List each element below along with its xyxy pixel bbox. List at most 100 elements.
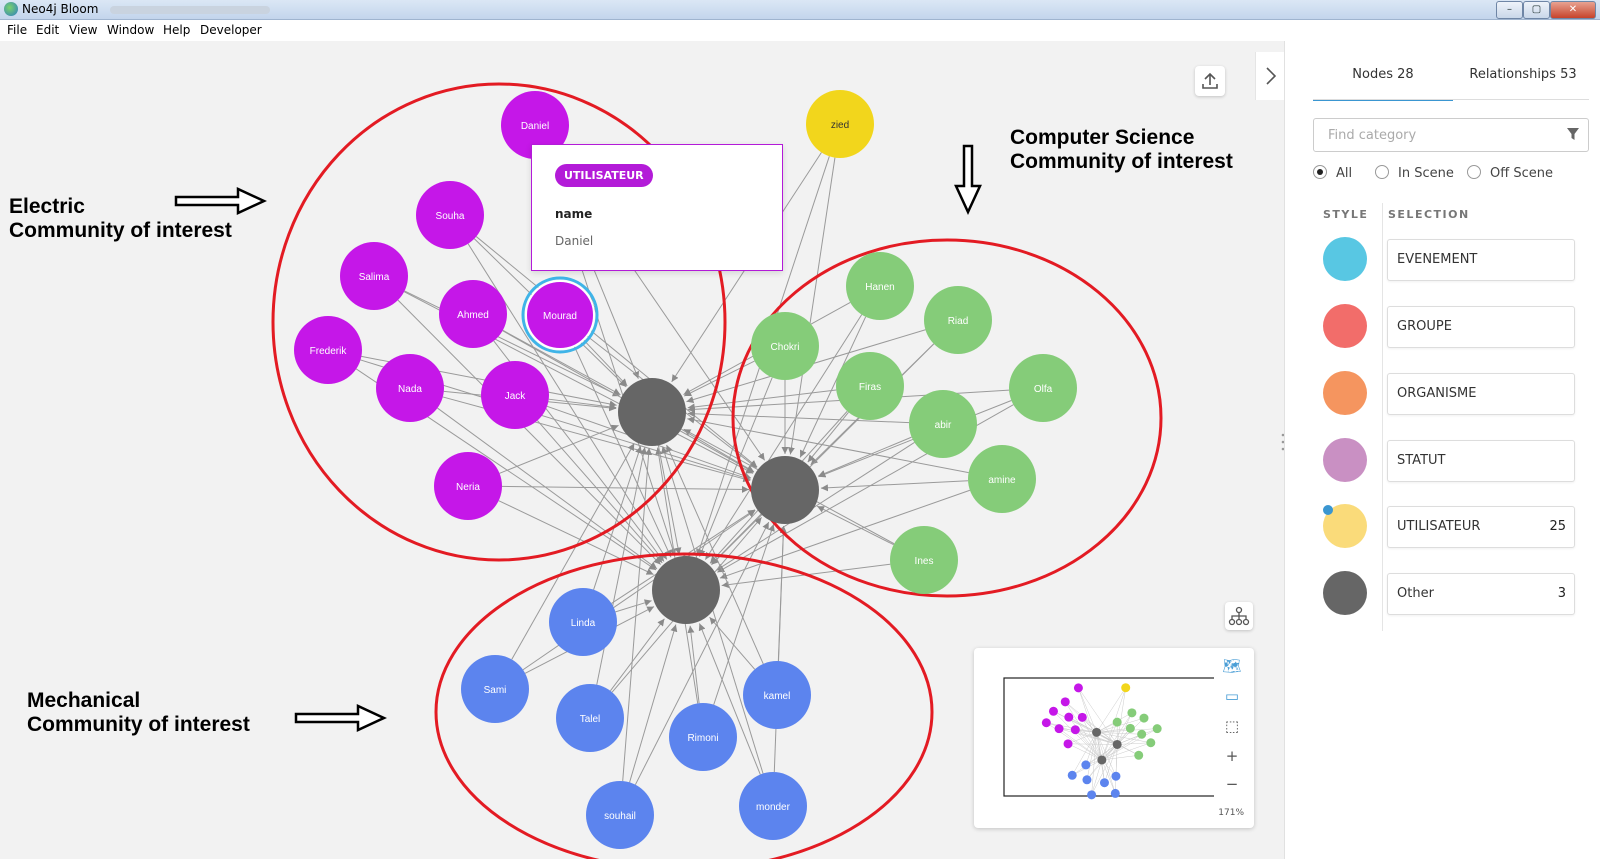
relationship-edge[interactable]: [501, 485, 750, 493]
graph-node-jack[interactable]: Jack: [481, 361, 549, 429]
graph-node-zied[interactable]: zied: [806, 90, 874, 158]
zoom-in-icon[interactable]: +: [1222, 746, 1242, 766]
filter-icon[interactable]: [1566, 127, 1580, 141]
minimap-node: [1070, 725, 1080, 735]
maximize-button[interactable]: ▢: [1523, 1, 1550, 19]
minimize-button[interactable]: –: [1496, 1, 1523, 19]
category-style-swatch[interactable]: [1323, 237, 1367, 281]
menu-window[interactable]: Window: [107, 23, 154, 37]
graph-node-chokri[interactable]: Chokri: [751, 312, 819, 380]
filter-all-radio[interactable]: All: [1313, 165, 1352, 181]
graph-node-hub1[interactable]: [618, 378, 686, 446]
graph-node-hub3[interactable]: [652, 556, 720, 624]
annotation-electric-line1: Electric: [9, 195, 85, 218]
relationship-edge[interactable]: [593, 446, 642, 590]
graph-node-hanen[interactable]: Hanen: [846, 252, 914, 320]
node-tooltip: UTILISATEUR name Daniel: [531, 144, 783, 271]
minimap-node: [1137, 729, 1147, 739]
graph-node-sami[interactable]: Sami: [461, 655, 529, 723]
tab-underline: [1313, 99, 1589, 100]
menu-view[interactable]: View: [69, 23, 97, 37]
relationship-edge[interactable]: [610, 618, 665, 692]
relationship-edge[interactable]: [498, 500, 654, 575]
graph-node-linda[interactable]: Linda: [549, 588, 617, 656]
presentation-icon[interactable]: ▭: [1222, 686, 1242, 706]
graph-node-frederik[interactable]: Frederik: [294, 316, 362, 384]
graph-node-talel[interactable]: Talel: [556, 684, 624, 752]
graph-node-olfa[interactable]: Olfa: [1009, 354, 1077, 422]
annotation-cs-line1: Computer Science: [1010, 126, 1195, 149]
category-item-statut[interactable]: STATUT: [1387, 440, 1575, 482]
zoom-out-icon[interactable]: −: [1222, 774, 1242, 794]
map-icon[interactable]: 🗺: [1222, 656, 1242, 676]
relationship-edge[interactable]: [787, 157, 836, 455]
tooltip-property-value: Daniel: [555, 234, 594, 248]
node-label: Frederik: [310, 346, 348, 357]
graph-node-mourad[interactable]: Mourad: [521, 276, 599, 354]
graph-node-neria[interactable]: Neria: [434, 452, 502, 520]
close-window-button[interactable]: ✕: [1550, 1, 1596, 19]
relationship-edge[interactable]: [522, 509, 756, 671]
minimap-node: [1139, 713, 1149, 723]
menu-file[interactable]: File: [7, 23, 27, 37]
relationship-edge[interactable]: [820, 480, 969, 492]
relationship-edge[interactable]: [499, 424, 619, 474]
find-category-input[interactable]: [1314, 119, 1560, 151]
graph-node-hub2[interactable]: [751, 456, 819, 524]
relationship-edge[interactable]: [622, 447, 653, 782]
tooltip-label-badge: UTILISATEUR: [555, 164, 653, 187]
menu-help[interactable]: Help: [163, 23, 190, 37]
menu-developer[interactable]: Developer: [200, 23, 262, 37]
graph-node-ahmed[interactable]: Ahmed: [439, 280, 507, 348]
category-item-evenement[interactable]: EVENEMENT: [1387, 239, 1575, 281]
category-style-swatch[interactable]: [1323, 304, 1367, 348]
node-circle[interactable]: [652, 556, 720, 624]
node-label: Sami: [484, 685, 507, 696]
graph-node-amine[interactable]: amine: [968, 445, 1036, 513]
collapse-panel-button[interactable]: [1255, 52, 1286, 100]
tooltip-property-key: name: [555, 207, 593, 221]
graph-node-souhail[interactable]: souhail: [586, 781, 654, 849]
filter-off-scene-radio[interactable]: Off Scene: [1467, 165, 1553, 181]
category-item-organisme[interactable]: ORGANISME: [1387, 373, 1575, 415]
graph-node-souha[interactable]: Souha: [416, 181, 484, 249]
category-item-groupe[interactable]: GROUPE: [1387, 306, 1575, 348]
relationship-edge[interactable]: [773, 525, 787, 773]
layout-button[interactable]: [1225, 602, 1253, 630]
category-style-swatch[interactable]: [1323, 371, 1367, 415]
category-label: GROUPE: [1397, 319, 1452, 334]
graph-node-rimoni[interactable]: Rimoni: [669, 703, 737, 771]
graph-node-riad[interactable]: Riad: [924, 286, 992, 354]
node-circle[interactable]: [618, 378, 686, 446]
category-item-other[interactable]: Other 3: [1387, 573, 1575, 615]
minimap[interactable]: 🗺 ▭ ⬚ + − 171%: [974, 648, 1254, 828]
graph-node-kamel[interactable]: kamel: [743, 661, 811, 729]
graph-node-monder[interactable]: monder: [739, 772, 807, 840]
category-style-swatch[interactable]: [1323, 571, 1367, 615]
find-category-field[interactable]: [1313, 118, 1589, 152]
fit-screen-icon[interactable]: ⬚: [1222, 716, 1242, 736]
graph-node-salima[interactable]: Salima: [340, 242, 408, 310]
relationship-edge[interactable]: [629, 624, 678, 783]
export-button[interactable]: [1195, 66, 1225, 96]
radio-empty-icon: [1467, 165, 1481, 179]
graph-node-nada[interactable]: Nada: [376, 354, 444, 422]
minimap-node: [1146, 738, 1156, 748]
filter-in-scene-radio[interactable]: In Scene: [1375, 165, 1454, 181]
relationship-edge[interactable]: [816, 505, 894, 546]
minimap-overview[interactable]: [974, 648, 1214, 818]
tab-relationships[interactable]: Relationships 53: [1453, 61, 1593, 99]
relationship-edge[interactable]: [475, 236, 758, 468]
graph-node-abir[interactable]: abir: [909, 390, 977, 458]
category-style-swatch[interactable]: [1323, 438, 1367, 482]
menu-edit[interactable]: Edit: [36, 23, 59, 37]
minimap-edge: [1101, 742, 1151, 761]
tab-nodes[interactable]: Nodes 28: [1313, 61, 1453, 101]
graph-node-ines[interactable]: Ines: [890, 526, 958, 594]
node-label: Neria: [456, 482, 480, 493]
node-label: Jack: [505, 391, 527, 402]
minimap-node: [1087, 790, 1097, 800]
graph-node-firas[interactable]: Firas: [836, 352, 904, 420]
node-circle[interactable]: [751, 456, 819, 524]
category-item-utilisateur[interactable]: UTILISATEUR 25: [1387, 506, 1575, 548]
